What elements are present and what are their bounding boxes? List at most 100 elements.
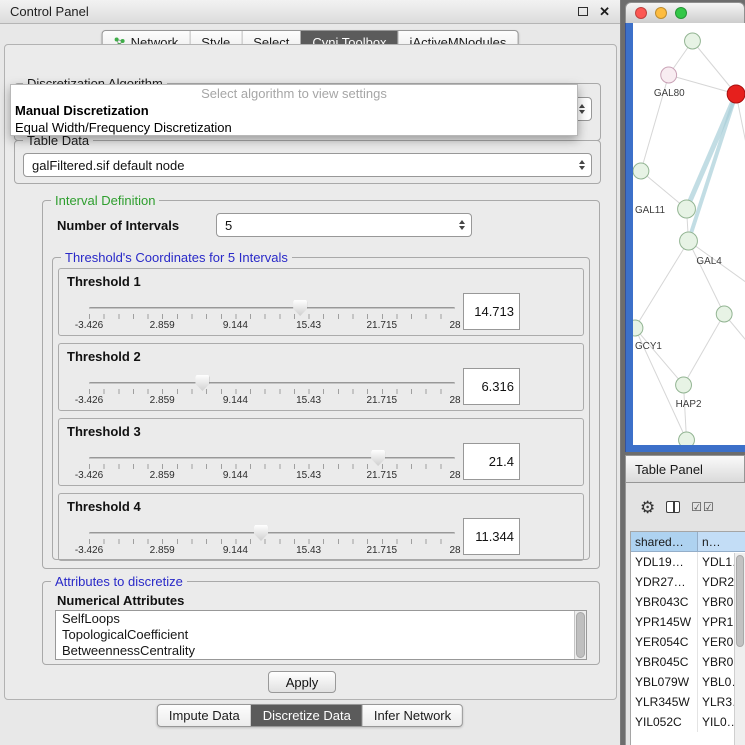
table-row[interactable]: YBL079W YBL0… — [631, 672, 745, 692]
slider-track[interactable] — [89, 382, 455, 385]
tab-label: Infer Network — [374, 708, 451, 723]
tab-label: Impute Data — [169, 708, 240, 723]
threshold-slider[interactable]: -3.4262.8599.14415.4321.71528 — [89, 376, 455, 410]
table-scrollbar[interactable] — [734, 553, 745, 745]
network-node[interactable] — [678, 200, 696, 218]
attribute-item[interactable]: TopologicalCoefficient — [56, 627, 574, 643]
attribute-item[interactable]: BetweennessCentrality — [56, 643, 574, 659]
table-row[interactable]: YDR27… YDR2… — [631, 572, 745, 592]
network-node[interactable] — [633, 320, 643, 336]
gear-icon[interactable]: ⚙ — [640, 499, 655, 516]
table-rows: YDL19… YDL1… YDR27… YDR2… YBR043C YBR0… … — [631, 552, 745, 732]
slider-ticks — [89, 464, 455, 469]
close-traffic-light-icon[interactable] — [635, 7, 647, 19]
table-row[interactable]: YBR043C YBR0… — [631, 592, 745, 612]
tab-label: Discretize Data — [263, 708, 351, 723]
table-data-group: Table Data galFiltered.sif default node — [14, 140, 601, 184]
threshold-slider[interactable]: -3.4262.8599.14415.4321.71528 — [89, 451, 455, 485]
tick-label: 2.859 — [150, 395, 175, 406]
network-node[interactable] — [679, 432, 695, 445]
table-cell[interactable]: YBR043C — [631, 592, 698, 612]
table-panel-titlebar: Table Panel — [625, 455, 745, 483]
table-row[interactable]: YDL19… YDL1… — [631, 552, 745, 572]
table-cell[interactable]: YIL052C — [631, 712, 698, 732]
network-node[interactable] — [661, 67, 677, 83]
network-window-titlebar[interactable] — [625, 2, 745, 23]
threshold-label: Threshold 1 — [67, 274, 141, 289]
attributes-scrollbar[interactable] — [574, 611, 586, 659]
tab-impute-data[interactable]: Impute Data — [158, 705, 251, 726]
table-toolbar: ⚙ ☑☑ — [626, 483, 745, 531]
tab-discretize-data[interactable]: Discretize Data — [251, 705, 362, 726]
threshold-slider[interactable]: -3.4262.8599.14415.4321.71528 — [89, 301, 455, 335]
table-data-combobox-value: galFiltered.sif default node — [32, 158, 184, 173]
table-data-combobox[interactable]: galFiltered.sif default node — [23, 153, 592, 177]
threshold-value-field[interactable]: 11.344 — [463, 518, 520, 555]
network-edge[interactable] — [635, 241, 689, 328]
slider-tick-labels: -3.4262.8599.14415.4321.71528 — [89, 320, 455, 331]
tick-label: 21.715 — [367, 545, 398, 556]
network-node[interactable] — [727, 85, 745, 103]
network-node[interactable] — [676, 377, 692, 393]
threshold-value-field[interactable]: 6.316 — [463, 368, 520, 405]
table-cell[interactable]: YBR045C — [631, 652, 698, 672]
network-node[interactable] — [633, 163, 649, 179]
table-cell[interactable]: YDL19… — [631, 552, 698, 572]
network-node[interactable] — [716, 306, 732, 322]
attributes-listbox: SelfLoopsTopologicalCoefficientBetweenne… — [55, 610, 587, 660]
apply-button[interactable]: Apply — [268, 671, 336, 693]
attribute-item[interactable]: SelfLoops — [56, 611, 574, 627]
select-columns-icon[interactable]: ☑☑ — [691, 500, 715, 514]
threshold-slider[interactable]: -3.4262.8599.14415.4321.71528 — [89, 526, 455, 560]
zoom-traffic-light-icon[interactable] — [675, 7, 687, 19]
numerical-attributes-label: Numerical Attributes — [57, 593, 184, 608]
tick-label: 28 — [449, 320, 460, 331]
slider-track[interactable] — [89, 307, 455, 310]
column-header-shared-name[interactable]: shared… — [631, 532, 698, 551]
close-icon[interactable]: ✕ — [599, 5, 610, 18]
network-edge[interactable] — [689, 94, 737, 241]
scrollbar-thumb[interactable] — [576, 612, 585, 658]
stepper-icon[interactable] — [579, 104, 585, 114]
threshold-value-field[interactable]: 14.713 — [463, 293, 520, 330]
table-cell[interactable]: YBL079W — [631, 672, 698, 692]
columns-icon[interactable] — [666, 501, 680, 513]
column-header-name[interactable]: n… — [698, 532, 745, 551]
tick-label: 21.715 — [367, 470, 398, 481]
network-edge[interactable] — [692, 41, 736, 94]
minimize-traffic-light-icon[interactable] — [655, 7, 667, 19]
table-row[interactable]: YIL052C YIL0… — [631, 712, 745, 732]
thresholds-group: Threshold's Coordinates for 5 Intervals … — [52, 257, 590, 560]
num-intervals-spinner[interactable]: 5 — [216, 213, 472, 237]
dropdown-option-equal-width-frequency[interactable]: Equal Width/Frequency Discretization — [11, 119, 577, 136]
table-row[interactable]: YER054C YER0… — [631, 632, 745, 652]
stepper-icon[interactable] — [579, 160, 585, 170]
threshold-value-field[interactable]: 21.4 — [463, 443, 520, 480]
table-cell[interactable]: YPR145W — [631, 612, 698, 632]
network-edge[interactable] — [689, 241, 725, 314]
network-edge[interactable] — [635, 328, 684, 385]
table-row[interactable]: YPR145W YPR1… — [631, 612, 745, 632]
table-cell[interactable]: YDR27… — [631, 572, 698, 592]
stepper-icon[interactable] — [459, 220, 465, 230]
network-edge[interactable] — [736, 94, 745, 163]
tick-label: -3.426 — [75, 395, 103, 406]
float-window-icon[interactable] — [578, 7, 588, 16]
table-row[interactable]: YBR045C YBR0… — [631, 652, 745, 672]
scrollbar-thumb[interactable] — [736, 555, 744, 647]
table-header-row: shared… n… — [631, 532, 745, 552]
threshold-label: Threshold 3 — [67, 424, 141, 439]
tick-label: 15.43 — [296, 545, 321, 556]
tab-infer-network[interactable]: Infer Network — [362, 705, 462, 726]
table-row[interactable]: YLR345W YLR3… — [631, 692, 745, 712]
slider-track[interactable] — [89, 457, 455, 460]
network-edge[interactable] — [684, 314, 725, 385]
dropdown-option-manual-discretization[interactable]: Manual Discretization — [11, 102, 577, 119]
network-node[interactable] — [685, 33, 701, 49]
control-panel-titlebar: Control Panel ✕ — [0, 0, 620, 24]
table-cell[interactable]: YLR345W — [631, 692, 698, 712]
slider-track[interactable] — [89, 532, 455, 535]
table-cell[interactable]: YER054C — [631, 632, 698, 652]
network-canvas[interactable]: GAL80GAL11GAL4GCY1HAP2 — [633, 23, 745, 445]
network-node[interactable] — [680, 232, 698, 250]
